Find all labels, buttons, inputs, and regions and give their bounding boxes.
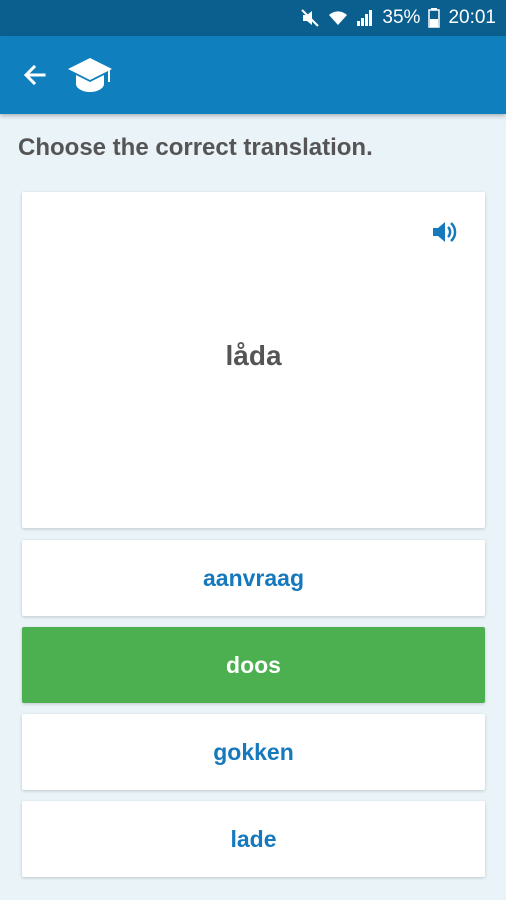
- word-card: låda: [22, 192, 485, 528]
- quiz-word: låda: [225, 340, 282, 371]
- answer-option-1[interactable]: aanvraag: [22, 540, 485, 616]
- graduation-cap-icon: [66, 55, 114, 95]
- speaker-icon[interactable]: [429, 216, 461, 248]
- answer-option-4[interactable]: lade: [22, 801, 485, 877]
- app-bar: [0, 36, 506, 114]
- status-bar: 35% 20:01: [0, 0, 506, 36]
- clock: 20:01: [448, 7, 496, 28]
- back-arrow-icon: [23, 64, 46, 86]
- battery-percent: 35%: [382, 7, 421, 28]
- prompt-text: Choose the correct translation.: [18, 134, 373, 161]
- back-button[interactable]: [12, 52, 58, 98]
- answer-option-2-correct[interactable]: doos: [22, 627, 485, 703]
- signal-icon: [356, 9, 374, 27]
- mute-icon: [300, 8, 320, 28]
- battery-icon: [428, 8, 441, 28]
- answer-option-3[interactable]: gokken: [22, 714, 485, 790]
- wifi-icon: [328, 9, 348, 27]
